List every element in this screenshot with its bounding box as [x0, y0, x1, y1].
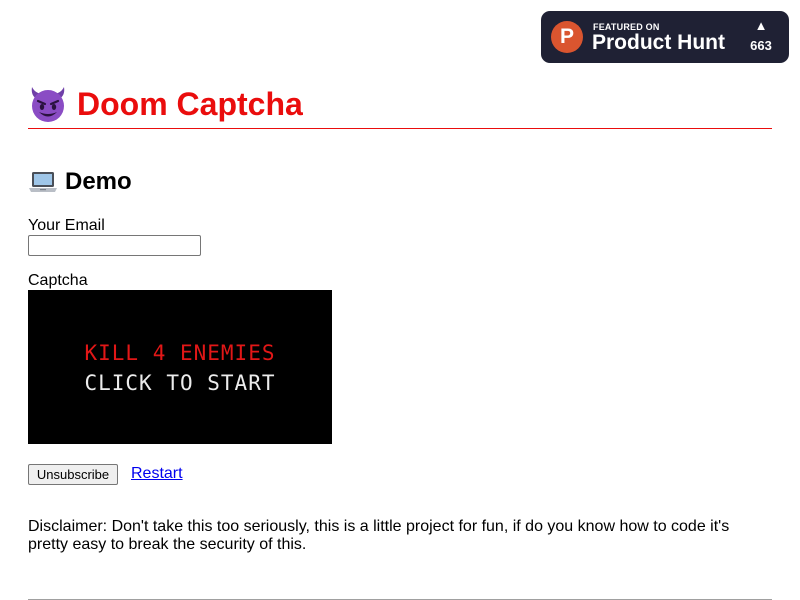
captcha-game-screen[interactable]: KILL 4 ENEMIES CLICK TO START	[28, 290, 332, 444]
laptop-icon	[28, 170, 58, 194]
product-hunt-badge[interactable]: P FEATURED ON Product Hunt ▲ 663	[541, 11, 789, 63]
page: P FEATURED ON Product Hunt ▲ 663 Doom Ca…	[0, 0, 800, 600]
unsubscribe-button[interactable]: Unsubscribe	[28, 464, 118, 485]
email-label: Your Email	[28, 217, 105, 234]
title-divider	[28, 128, 772, 129]
product-hunt-upvote-count: 663	[750, 38, 772, 53]
disclaimer-text: Disclaimer: Don't take this too seriousl…	[28, 518, 730, 553]
product-hunt-name: Product Hunt	[592, 31, 725, 54]
email-field[interactable]	[28, 235, 201, 256]
smiling-devil-icon	[28, 84, 68, 124]
page-title: Doom Captcha	[77, 86, 303, 122]
captcha-label: Captcha	[28, 272, 88, 289]
product-hunt-logo: P	[551, 21, 583, 53]
demo-title: Demo	[65, 168, 132, 195]
triangle-up-icon: ▲	[754, 18, 768, 33]
demo-heading: Demo	[28, 167, 132, 197]
restart-link[interactable]: Restart	[131, 465, 183, 483]
page-header: Doom Captcha	[28, 84, 303, 124]
game-objective-text: KILL 4 ENEMIES	[84, 341, 276, 365]
game-start-text: CLICK TO START	[84, 371, 276, 395]
